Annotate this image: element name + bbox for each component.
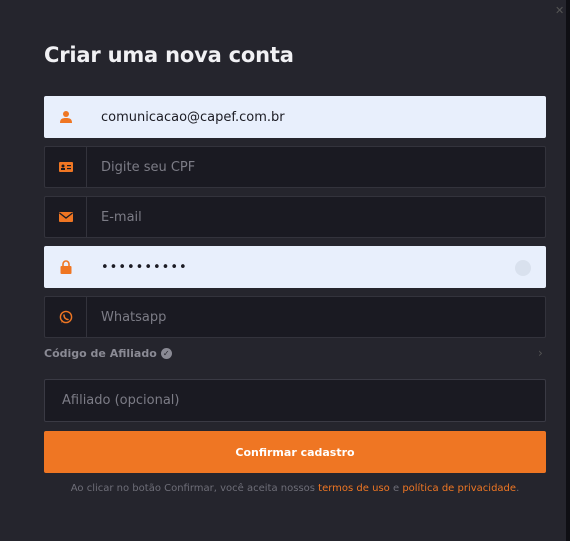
whatsapp-field <box>44 296 546 338</box>
signup-modal: ✕ Criar uma nova conta comunicacao@capef… <box>0 0 566 541</box>
show-password-toggle[interactable] <box>515 260 531 276</box>
affiliate-code-toggle[interactable]: Código de Afiliado ✓ <box>44 347 172 360</box>
affiliate-label: Código de Afiliado <box>44 347 157 360</box>
terms-and: e <box>392 483 400 494</box>
whatsapp-icon <box>45 297 87 337</box>
cpf-input[interactable] <box>87 147 545 187</box>
email-field <box>44 196 546 238</box>
login-input[interactable] <box>87 97 545 137</box>
cpf-field <box>44 146 546 188</box>
terms-prefix: Ao clicar no botão Confirmar, você aceit… <box>70 483 315 494</box>
terms-suffix: . <box>516 483 520 494</box>
affiliate-input[interactable] <box>45 380 545 421</box>
affiliate-field <box>44 379 546 422</box>
terms-notice: Ao clicar no botão Confirmar, você aceit… <box>0 483 570 494</box>
email-input[interactable] <box>87 197 545 237</box>
id-card-icon <box>45 147 87 187</box>
password-field <box>44 246 546 288</box>
chevron-right-icon[interactable]: › <box>538 346 543 360</box>
lock-icon <box>45 247 87 287</box>
check-circle-icon: ✓ <box>160 348 172 359</box>
whatsapp-input[interactable] <box>87 297 545 337</box>
password-input[interactable] <box>87 247 545 287</box>
envelope-icon <box>45 197 87 237</box>
page-title: Criar uma nova conta <box>44 43 294 67</box>
close-icon[interactable]: ✕ <box>555 4 569 18</box>
user-icon <box>45 97 87 137</box>
privacy-policy-link[interactable]: política de privacidade <box>402 483 516 494</box>
email-login-field <box>44 96 546 138</box>
confirm-signup-button[interactable]: Confirmar cadastro <box>44 431 546 473</box>
terms-of-use-link[interactable]: termos de uso <box>318 483 390 494</box>
